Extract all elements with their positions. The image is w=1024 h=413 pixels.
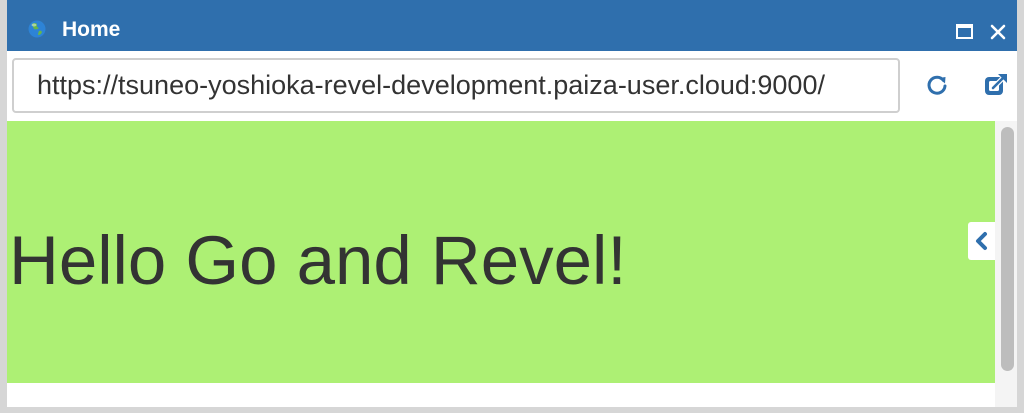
page-viewport: Hello Go and Revel! bbox=[7, 121, 1017, 407]
page-body: Hello Go and Revel! bbox=[7, 121, 995, 383]
refresh-icon[interactable] bbox=[924, 72, 950, 98]
scrollbar-thumb[interactable] bbox=[1001, 127, 1014, 371]
side-panel-toggle[interactable] bbox=[968, 222, 995, 260]
url-input[interactable] bbox=[12, 58, 900, 113]
chevron-left-icon bbox=[976, 232, 987, 250]
window-titlebar[interactable]: Home bbox=[7, 0, 1017, 51]
window-title: Home bbox=[62, 18, 121, 41]
maximize-icon[interactable] bbox=[955, 22, 975, 42]
close-icon[interactable] bbox=[988, 22, 1008, 42]
preview-window: Home Hello Go and Revel! bbox=[0, 0, 1024, 413]
address-bar bbox=[7, 51, 1017, 121]
globe-icon bbox=[28, 20, 46, 38]
vertical-scrollbar[interactable] bbox=[995, 121, 1017, 407]
open-external-icon[interactable] bbox=[983, 72, 1009, 98]
page-heading: Hello Go and Revel! bbox=[9, 222, 627, 299]
